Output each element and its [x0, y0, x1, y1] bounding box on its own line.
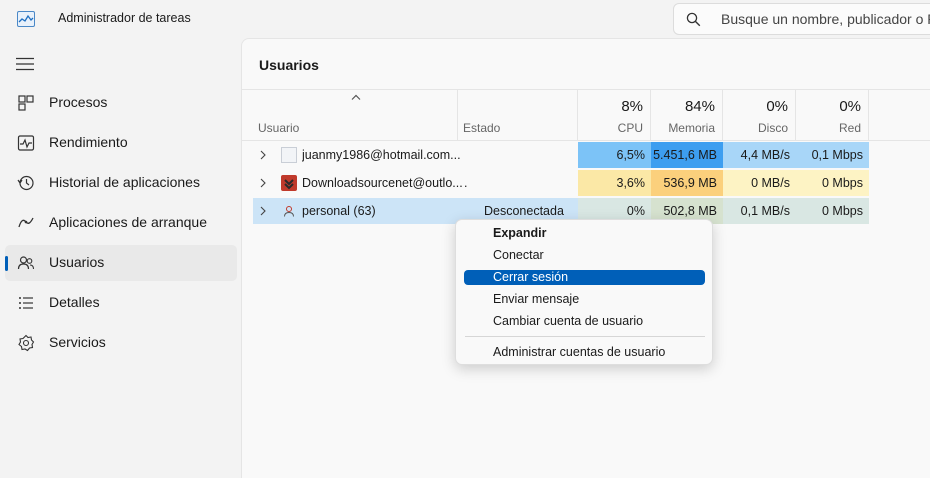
sidebar-item-label: Rendimiento: [49, 134, 128, 150]
column-header-memory[interactable]: 84% Memoria: [651, 90, 723, 140]
history-icon: [17, 175, 34, 191]
user-name: personal (63): [302, 204, 376, 218]
menu-item-expandir[interactable]: Expandir: [464, 226, 705, 241]
sidebar-item-label: Procesos: [49, 94, 108, 110]
disk-cell: 0 MB/s: [723, 170, 796, 196]
memory-cell: 536,9 MB: [651, 170, 723, 196]
column-label: Estado: [463, 121, 501, 135]
user-state: .: [464, 176, 468, 190]
page-title: Usuarios: [259, 57, 319, 73]
column-header-state[interactable]: Estado: [458, 90, 578, 140]
column-header-disk[interactable]: 0% Disco: [723, 90, 796, 140]
column-label: Red: [838, 121, 861, 135]
sidebar-item-label: Servicios: [49, 334, 106, 350]
menu-item-label: Expandir: [493, 226, 547, 240]
menu-item-administrar-cuentas[interactable]: Administrar cuentas de usuario: [464, 345, 705, 360]
menu-icon[interactable]: [16, 57, 34, 71]
user-avatar-icon: [284, 206, 294, 217]
column-header-cpu[interactable]: 8% CPU: [578, 90, 651, 140]
disk-total: 0%: [766, 98, 788, 115]
table-row[interactable]: juanmy1986@hotmail.com... 6,5% 5.451,6 M…: [253, 142, 869, 168]
column-label: CPU: [617, 121, 643, 135]
menu-item-label: Enviar mensaje: [493, 292, 580, 306]
menu-item-enviar-mensaje[interactable]: Enviar mensaje: [464, 292, 705, 307]
disk-cell: 4,4 MB/s: [723, 142, 796, 168]
menu-item-conectar[interactable]: Conectar: [464, 248, 705, 263]
search-placeholder: Busque un nombre, publicador o PID: [721, 11, 930, 27]
sidebar-item-historial[interactable]: Historial de aplicaciones: [5, 165, 237, 201]
column-header-user[interactable]: Usuario: [253, 90, 458, 140]
menu-item-cambiar-cuenta[interactable]: Cambiar cuenta de usuario: [464, 314, 705, 329]
network-cell: 0,1 Mbps: [796, 142, 869, 168]
sidebar-item-usuarios[interactable]: Usuarios: [5, 245, 237, 281]
sort-up-icon: [351, 94, 361, 100]
column-label: Usuario: [258, 121, 300, 135]
chevron-right-icon[interactable]: [259, 150, 267, 160]
column-header-network[interactable]: 0% Red: [796, 90, 869, 140]
disk-cell: 0,1 MB/s: [723, 198, 796, 224]
user-avatar-icon: [281, 147, 297, 163]
menu-separator: [465, 336, 705, 337]
active-indicator: [5, 256, 8, 271]
sidebar-item-arranque[interactable]: Aplicaciones de arranque: [5, 205, 237, 241]
search-icon: [686, 12, 701, 27]
startup-icon: [18, 217, 34, 228]
chevron-right-icon[interactable]: [259, 206, 267, 216]
memory-total: 84%: [684, 98, 715, 115]
menu-item-label: Conectar: [493, 248, 544, 262]
table-row[interactable]: Downloadsourcenet@outlo... . 3,6% 536,9 …: [253, 170, 869, 196]
menu-item-label: Cambiar cuenta de usuario: [493, 314, 644, 328]
task-manager-icon: [17, 11, 35, 27]
sidebar-item-label: Aplicaciones de arranque: [49, 214, 207, 230]
search-input[interactable]: Busque un nombre, publicador o PID: [673, 3, 930, 35]
cpu-cell: 3,6%: [578, 170, 651, 196]
cpu-total: 8%: [621, 98, 643, 115]
column-label: Memoria: [668, 121, 715, 135]
sidebar-item-label: Historial de aplicaciones: [49, 174, 200, 190]
user-name: Downloadsourcenet@outlo...: [302, 176, 462, 190]
sidebar-item-servicios[interactable]: Servicios: [5, 325, 237, 361]
details-icon: [19, 297, 33, 309]
user-name: juanmy1986@hotmail.com...: [302, 148, 461, 162]
memory-cell: 5.451,6 MB: [651, 142, 723, 168]
network-total: 0%: [839, 98, 861, 115]
cpu-cell: 6,5%: [578, 142, 651, 168]
menu-item-cerrar-sesion[interactable]: Cerrar sesión: [464, 270, 705, 285]
app-title: Administrador de tareas: [58, 11, 191, 25]
users-icon: [17, 256, 35, 270]
divider: [242, 140, 930, 141]
sidebar-item-procesos[interactable]: Procesos: [5, 85, 237, 121]
sidebar-item-rendimiento[interactable]: Rendimiento: [5, 125, 237, 161]
processes-icon: [18, 95, 34, 111]
services-icon: [18, 334, 35, 352]
menu-item-label: Administrar cuentas de usuario: [493, 345, 666, 359]
context-menu: Expandir Conectar Cerrar sesión Enviar m…: [455, 219, 713, 365]
user-state: Desconectada: [484, 204, 564, 218]
user-avatar-icon: [281, 175, 297, 191]
network-cell: 0 Mbps: [796, 198, 869, 224]
sidebar-item-label: Usuarios: [49, 254, 105, 270]
network-cell: 0 Mbps: [796, 170, 869, 196]
performance-icon: [17, 135, 35, 151]
table-header: Usuario Estado 8% CPU 84% Memoria 0% Dis…: [242, 90, 930, 140]
title-bar: Administrador de tareas Busque un nombre…: [0, 0, 930, 38]
column-label: Disco: [757, 121, 788, 135]
menu-item-label: Cerrar sesión: [493, 270, 569, 284]
chevron-right-icon[interactable]: [259, 178, 267, 188]
sidebar-item-detalles[interactable]: Detalles: [5, 285, 237, 321]
sidebar: Procesos Rendimiento Historial de aplica…: [0, 38, 241, 478]
sidebar-item-label: Detalles: [49, 294, 100, 310]
